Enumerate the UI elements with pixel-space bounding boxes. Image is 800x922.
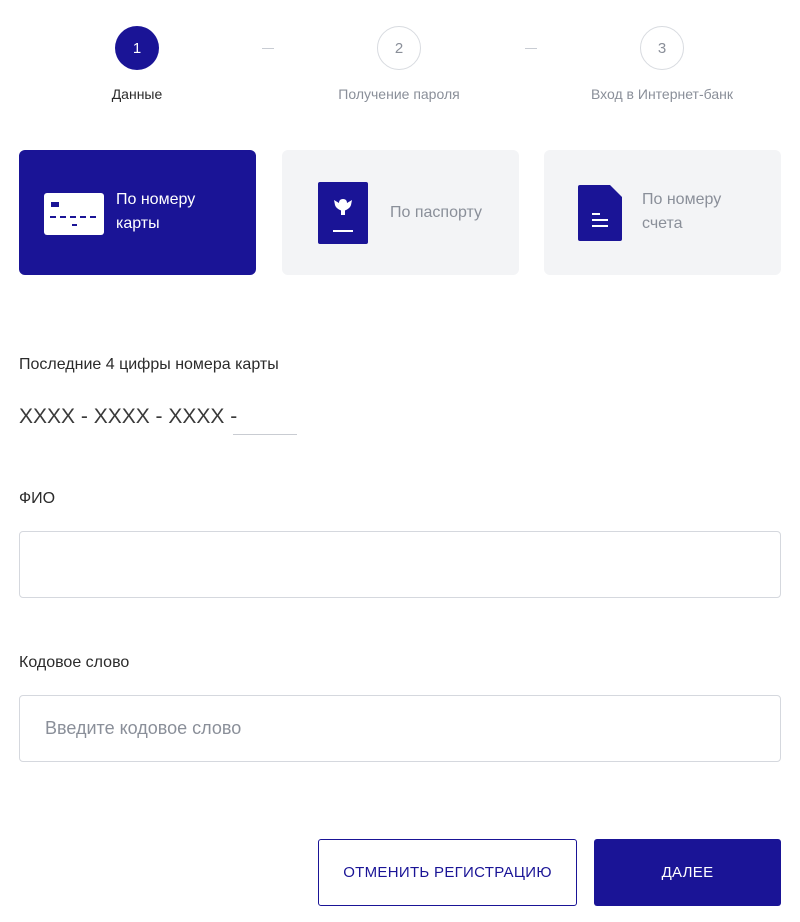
method-card-tile[interactable]: По номеру карты: [19, 150, 256, 275]
fio-input[interactable]: [19, 531, 781, 598]
step-2-label: Получение пароля: [338, 86, 460, 102]
step-1-number: 1: [115, 26, 159, 70]
step-2: 2 Получение пароля: [299, 26, 499, 102]
card-number-mask: XXXX - XXXX - XXXX -: [19, 405, 238, 428]
step-1: 1 Данные: [37, 26, 237, 102]
cancel-registration-button[interactable]: ОТМЕНИТЬ РЕГИСТРАЦИЮ: [318, 839, 577, 906]
passport-icon: [318, 182, 368, 244]
card-digits-label: Последние 4 цифры номера карты: [19, 356, 279, 373]
method-passport-label: По паспорту: [390, 204, 483, 221]
method-account-label: По номеру счета: [642, 191, 722, 232]
step-1-label: Данные: [111, 86, 163, 102]
step-3-label: Вход в Интернет-банк: [591, 86, 733, 102]
card-last-digits-input[interactable]: [233, 402, 297, 435]
method-account-tile[interactable]: По номеру счета: [544, 150, 781, 275]
codeword-label: Кодовое слово: [19, 654, 130, 671]
method-passport-tile[interactable]: По паспорту: [282, 150, 519, 275]
step-3: 3 Вход в Интернет-банк: [562, 26, 762, 102]
registration-stepper: 1 Данные 2 Получение пароля 3 Вход в Инт…: [0, 26, 800, 106]
codeword-input[interactable]: [19, 695, 781, 762]
document-icon: [578, 185, 622, 241]
step-2-number: 2: [377, 26, 421, 70]
step-divider: [525, 48, 537, 49]
card-icon: [44, 193, 104, 235]
fio-label: ФИО: [19, 490, 56, 507]
method-card-label: По номеру карты: [116, 191, 196, 232]
step-divider: [262, 48, 274, 49]
next-button[interactable]: ДАЛЕЕ: [594, 839, 781, 906]
step-3-number: 3: [640, 26, 684, 70]
